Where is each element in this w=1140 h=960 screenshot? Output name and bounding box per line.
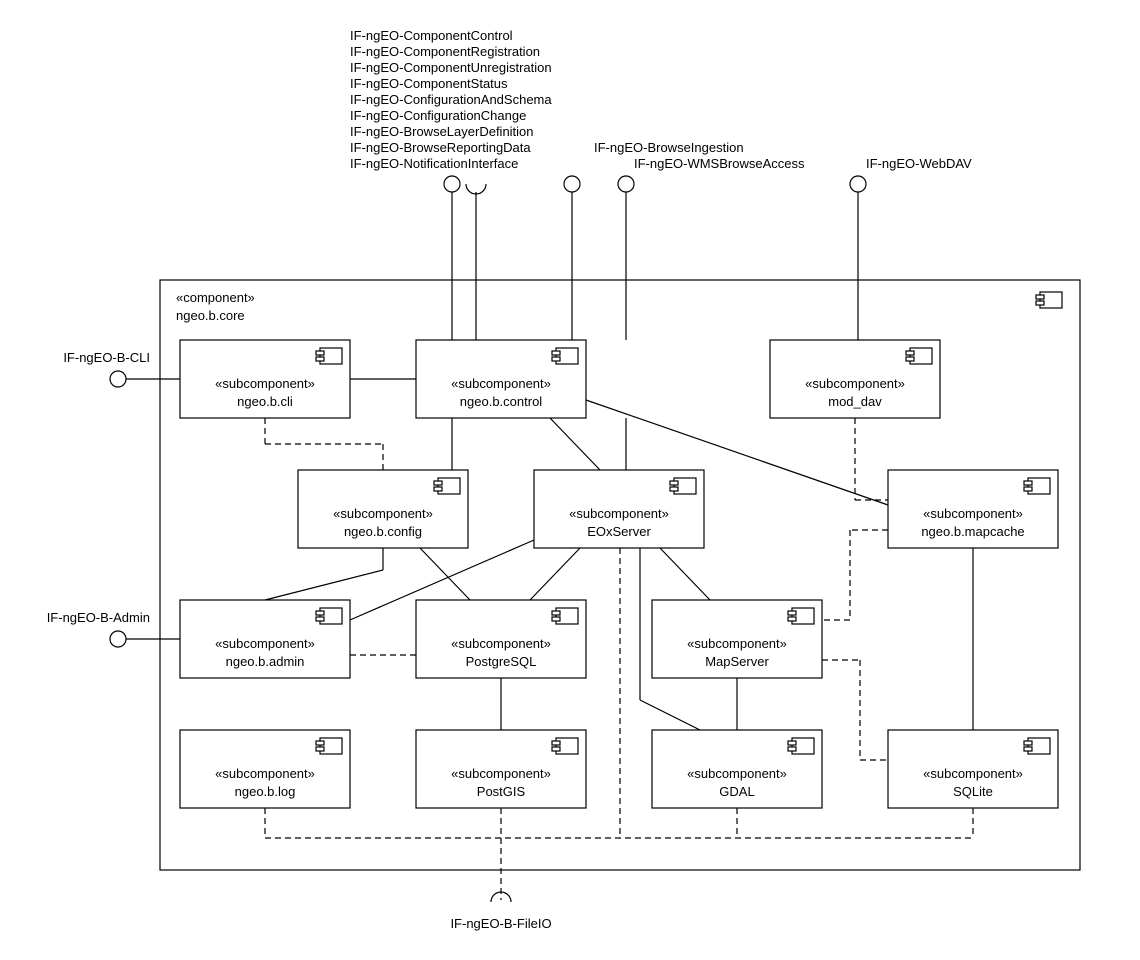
svg-text:«subcomponent»: «subcomponent» — [923, 506, 1023, 521]
lollipop-icon — [850, 176, 866, 192]
svg-text:ngeo.b.log: ngeo.b.log — [235, 784, 296, 799]
label-wms: IF-ngEO-WMSBrowseAccess — [634, 156, 805, 171]
svg-text:PostgreSQL: PostgreSQL — [466, 654, 537, 669]
svg-text:«subcomponent»: «subcomponent» — [215, 376, 315, 391]
svg-text:«subcomponent»: «subcomponent» — [215, 766, 315, 781]
svg-text:«subcomponent»: «subcomponent» — [687, 766, 787, 781]
lollipop-icon — [110, 631, 126, 647]
subcomponent-cli: «subcomponent» ngeo.b.cli — [180, 340, 350, 418]
component-icon — [1036, 292, 1062, 308]
svg-text:IF-ngEO-ComponentUnregistratio: IF-ngEO-ComponentUnregistration — [350, 60, 552, 75]
svg-text:IF-ngEO-ConfigurationAndSchema: IF-ngEO-ConfigurationAndSchema — [350, 92, 552, 107]
svg-text:IF-ngEO-BrowseReportingData: IF-ngEO-BrowseReportingData — [350, 140, 531, 155]
lollipop-icon — [618, 176, 634, 192]
svg-text:«subcomponent»: «subcomponent» — [451, 766, 551, 781]
label-browse-ingestion: IF-ngEO-BrowseIngestion — [594, 140, 744, 155]
svg-text:«subcomponent»: «subcomponent» — [687, 636, 787, 651]
subcomponent-postgresql: «subcomponent» PostgreSQL — [416, 600, 586, 678]
svg-text:ngeo.b.cli: ngeo.b.cli — [237, 394, 293, 409]
subcomponent-moddav: «subcomponent» mod_dav — [770, 340, 940, 418]
label-fileio: IF-ngEO-B-FileIO — [450, 916, 551, 931]
svg-text:«subcomponent»: «subcomponent» — [215, 636, 315, 651]
lollipop-icon — [110, 371, 126, 387]
svg-text:«subcomponent»: «subcomponent» — [451, 636, 551, 651]
svg-text:MapServer: MapServer — [705, 654, 769, 669]
svg-text:«subcomponent»: «subcomponent» — [451, 376, 551, 391]
svg-text:IF-ngEO-ComponentRegistration: IF-ngEO-ComponentRegistration — [350, 44, 540, 59]
svg-text:«subcomponent»: «subcomponent» — [333, 506, 433, 521]
svg-text:«subcomponent»: «subcomponent» — [569, 506, 669, 521]
subcomponent-postgis: «subcomponent» PostGIS — [416, 730, 586, 808]
svg-text:GDAL: GDAL — [719, 784, 754, 799]
svg-text:mod_dav: mod_dav — [828, 394, 882, 409]
svg-text:IF-ngEO-ComponentControl: IF-ngEO-ComponentControl — [350, 28, 513, 43]
label-webdav: IF-ngEO-WebDAV — [866, 156, 972, 171]
svg-text:«subcomponent»: «subcomponent» — [805, 376, 905, 391]
svg-text:IF-ngEO-NotificationInterface: IF-ngEO-NotificationInterface — [350, 156, 518, 171]
interface-group-list: IF-ngEO-ComponentControl IF-ngEO-Compone… — [350, 28, 552, 171]
lollipop-icon — [444, 176, 460, 192]
svg-text:ngeo.b.control: ngeo.b.control — [460, 394, 543, 409]
label-cli-if: IF-ngEO-B-CLI — [63, 350, 150, 365]
svg-text:EOxServer: EOxServer — [587, 524, 651, 539]
svg-text:«subcomponent»: «subcomponent» — [923, 766, 1023, 781]
component-name: ngeo.b.core — [176, 308, 245, 323]
subcomponent-config: «subcomponent» ngeo.b.config — [298, 470, 468, 548]
svg-text:ngeo.b.config: ngeo.b.config — [344, 524, 422, 539]
subcomponent-control: «subcomponent» ngeo.b.control — [416, 340, 586, 418]
svg-text:IF-ngEO-ConfigurationChange: IF-ngEO-ConfigurationChange — [350, 108, 526, 123]
svg-text:PostGIS: PostGIS — [477, 784, 526, 799]
subcomponent-gdal: «subcomponent» GDAL — [652, 730, 822, 808]
subcomponent-mapcache: «subcomponent» ngeo.b.mapcache — [888, 470, 1058, 548]
svg-text:ngeo.b.admin: ngeo.b.admin — [226, 654, 305, 669]
svg-text:SQLite: SQLite — [953, 784, 993, 799]
svg-text:IF-ngEO-BrowseLayerDefinition: IF-ngEO-BrowseLayerDefinition — [350, 124, 534, 139]
subcomponent-log: «subcomponent» ngeo.b.log — [180, 730, 350, 808]
subcomponent-mapserver: «subcomponent» MapServer — [652, 600, 822, 678]
subcomponent-admin: «subcomponent» ngeo.b.admin — [180, 600, 350, 678]
label-admin-if: IF-ngEO-B-Admin — [47, 610, 150, 625]
component-stereotype: «component» — [176, 290, 255, 305]
subcomponent-eox: «subcomponent» EOxServer — [534, 470, 704, 548]
subcomponent-sqlite: «subcomponent» SQLite — [888, 730, 1058, 808]
svg-text:IF-ngEO-ComponentStatus: IF-ngEO-ComponentStatus — [350, 76, 508, 91]
lollipop-icon — [564, 176, 580, 192]
svg-text:ngeo.b.mapcache: ngeo.b.mapcache — [921, 524, 1024, 539]
